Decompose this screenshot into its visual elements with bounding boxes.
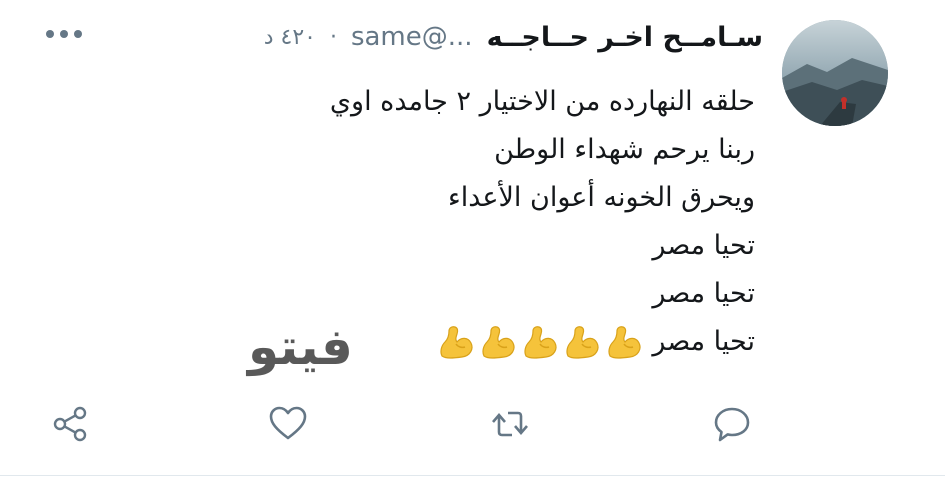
more-options-button[interactable] xyxy=(46,24,86,44)
watermark-text: فيتو xyxy=(248,318,355,376)
flexed-biceps-emoji xyxy=(524,326,557,359)
avatar-image xyxy=(782,20,888,126)
author-handle[interactable]: ...@same xyxy=(351,22,473,52)
tweet-line: تحيا مصر xyxy=(652,278,755,309)
retweet-button[interactable] xyxy=(482,396,538,452)
flexed-biceps-emoji xyxy=(440,326,473,359)
watermark-logo: فيتو xyxy=(248,318,355,376)
reply-button[interactable] xyxy=(704,396,760,452)
share-icon xyxy=(53,406,87,442)
tweet-actions xyxy=(0,396,945,452)
more-dot-icon xyxy=(46,30,54,38)
tweet-card[interactable]: سـامــح اخـر حــاجــه ...@same · ٤٢٠ د ح… xyxy=(0,0,945,482)
tweet-line: حلقه النهارده من الاختيار ٢ جامده اوي xyxy=(329,86,755,117)
share-button[interactable] xyxy=(42,396,98,452)
retweet-icon xyxy=(492,411,528,437)
tweet-line: ربنا يرحم شهداء الوطن xyxy=(494,134,755,165)
timestamp[interactable]: ٤٢٠ د xyxy=(264,25,316,50)
reply-icon xyxy=(714,407,750,442)
like-button[interactable] xyxy=(260,396,316,452)
tweet-line: تحيا مصر xyxy=(652,230,755,261)
divider xyxy=(0,475,945,476)
heart-icon xyxy=(269,406,307,440)
flexed-biceps-emoji xyxy=(482,326,515,359)
more-dot-icon xyxy=(74,30,82,38)
flexed-biceps-emoji xyxy=(608,326,641,359)
tweet-line: ويحرق الخونه أعوان الأعداء xyxy=(448,182,755,213)
flexed-biceps-emoji xyxy=(566,326,599,359)
separator: · xyxy=(329,24,337,50)
tweet-line-text: تحيا مصر xyxy=(652,326,755,357)
author-name[interactable]: سـامــح اخـر حــاجــه xyxy=(487,22,763,53)
tweet-header: سـامــح اخـر حــاجــه ...@same · ٤٢٠ د xyxy=(264,16,763,58)
emoji-row xyxy=(436,322,644,362)
more-dot-icon xyxy=(60,30,68,38)
avatar[interactable] xyxy=(782,20,888,126)
